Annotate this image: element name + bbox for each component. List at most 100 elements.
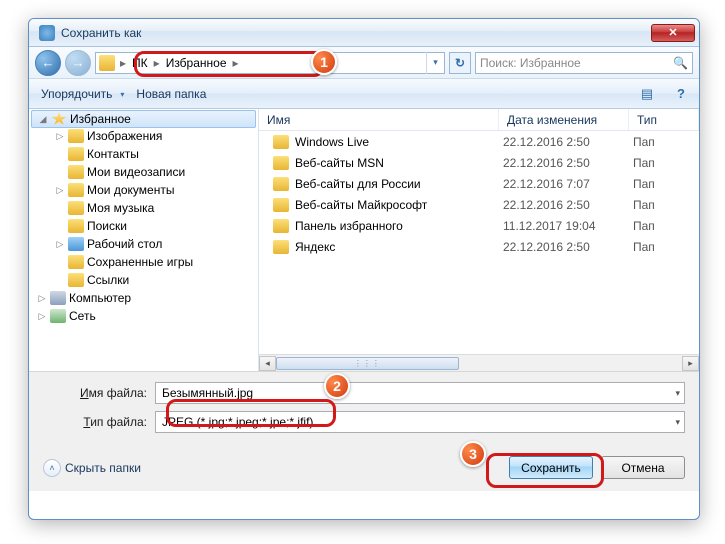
folder-icon [68, 165, 84, 179]
dropdown-icon[interactable]: ▾ [675, 388, 680, 399]
folder-icon [273, 156, 289, 170]
comp-icon [50, 291, 66, 305]
tree-node[interactable]: Сохраненные игры [29, 253, 258, 271]
file-list: Имя Дата изменения Тип Windows Live22.12… [259, 109, 699, 371]
list-item[interactable]: Веб-сайты MSN22.12.2016 2:50Пап [259, 152, 699, 173]
blue-icon [68, 237, 84, 251]
cancel-button[interactable]: Отмена [601, 456, 685, 479]
close-button[interactable]: ✕ [651, 24, 695, 42]
net-icon [50, 309, 66, 323]
tree-node[interactable]: ▷ Сеть [29, 307, 258, 325]
tree-label: Сеть [69, 309, 96, 323]
organize-button[interactable]: Упорядочить [35, 85, 126, 103]
folder-tree[interactable]: ◢ Избранное▷Изображения Контакты Мои видеоз… [29, 109, 259, 371]
scroll-thumb[interactable]: ⋮⋮⋮ [276, 357, 459, 370]
list-item[interactable]: Windows Live22.12.2016 2:50Пап [259, 131, 699, 152]
tree-node[interactable]: ▷ Рабочий стол [29, 235, 258, 253]
file-date: 22.12.2016 2:50 [503, 156, 633, 170]
folder-icon [273, 198, 289, 212]
file-type: Пап [633, 135, 655, 149]
col-name[interactable]: Имя [259, 109, 499, 130]
tree-label: Сохраненные игры [87, 255, 193, 269]
expander-icon[interactable]: ▷ [37, 311, 47, 322]
tree-node[interactable]: ▷Компьютер [29, 289, 258, 307]
tree-label: Контакты [87, 147, 139, 161]
toolbar: Упорядочить Новая папка ▤ ? [29, 79, 699, 109]
breadcrumb-sep: ▸ [231, 56, 241, 70]
back-button[interactable]: ← [35, 50, 61, 76]
file-type: Пап [633, 219, 655, 233]
bottom-bar: ˄ Скрыть папки Сохранить Отмена [29, 448, 699, 491]
list-item[interactable]: Веб-сайты для России22.12.2016 7:07Пап [259, 173, 699, 194]
view-button[interactable]: ▤ [635, 83, 659, 105]
tree-label: Рабочий стол [87, 237, 162, 251]
save-button[interactable]: Сохранить [509, 456, 593, 479]
folder-icon [68, 183, 84, 197]
expander-icon[interactable]: ▷ [55, 185, 65, 196]
file-date: 11.12.2017 19:04 [503, 219, 633, 233]
window-title: Сохранить как [61, 26, 141, 40]
star-icon [51, 112, 67, 126]
file-type: Пап [633, 156, 655, 170]
tree-label: Моя музыка [87, 201, 154, 215]
tree-node[interactable]: Ссылки [29, 271, 258, 289]
file-date: 22.12.2016 2:50 [503, 198, 633, 212]
hide-folders-toggle[interactable]: ˄ Скрыть папки [43, 459, 141, 477]
scroll-left[interactable]: ◂ [259, 356, 276, 371]
list-item[interactable]: Панель избранного11.12.2017 19:04Пап [259, 215, 699, 236]
expander-icon[interactable]: ▷ [55, 131, 65, 142]
new-folder-button[interactable]: Новая папка [136, 87, 206, 101]
folder-icon [68, 129, 84, 143]
tree-node[interactable]: Поиски [29, 217, 258, 235]
horizontal-scrollbar[interactable]: ◂ ⋮⋮⋮ ▸ [259, 354, 699, 371]
tree-node[interactable]: ◢ Избранное [31, 110, 256, 128]
tree-node[interactable]: ▷Мои документы [29, 181, 258, 199]
expander-icon[interactable]: ▷ [55, 239, 65, 250]
folder-icon [273, 219, 289, 233]
folder-icon [68, 255, 84, 269]
list-item[interactable]: Яндекс22.12.2016 2:50Пап [259, 236, 699, 257]
search-placeholder: Поиск: Избранное [480, 56, 581, 70]
search-input[interactable]: Поиск: Избранное 🔍 [475, 52, 693, 74]
expander-icon[interactable]: ▷ [37, 293, 47, 304]
folder-icon [68, 147, 84, 161]
address-dropdown[interactable]: ▾ [426, 52, 444, 74]
scroll-right[interactable]: ▸ [682, 356, 699, 371]
forward-button[interactable]: → [65, 50, 91, 76]
file-type: Пап [633, 177, 655, 191]
filetype-select[interactable]: JPEG (*.jpg;*.jpeg;*.jpe;*.jfif) ▾ [155, 411, 685, 433]
badge-2: 2 [324, 373, 350, 399]
search-icon: 🔍 [673, 56, 688, 70]
file-date: 22.12.2016 2:50 [503, 135, 633, 149]
filename-value: Безымянный.jpg [162, 386, 253, 400]
expander-icon[interactable]: ◢ [38, 114, 48, 125]
breadcrumb[interactable]: Избранное [162, 56, 231, 70]
filename-label: Имя файла: [43, 386, 155, 400]
file-name: Windows Live [295, 135, 503, 149]
tree-node[interactable]: ▷Изображения [29, 127, 258, 145]
tree-node[interactable]: Моя музыка [29, 199, 258, 217]
address-bar[interactable]: ▸ ПК ▸ Избранное ▸ ▾ [95, 52, 445, 74]
dropdown-icon[interactable]: ▾ [675, 417, 680, 428]
app-icon [39, 25, 55, 41]
help-button[interactable]: ? [669, 83, 693, 105]
scroll-track[interactable]: ⋮⋮⋮ [276, 356, 682, 371]
list-item[interactable]: Веб-сайты Майкрософт22.12.2016 2:50Пап [259, 194, 699, 215]
folder-icon [273, 177, 289, 191]
breadcrumb-sep: ▸ [118, 56, 128, 70]
folder-icon [68, 201, 84, 215]
folder-icon [273, 135, 289, 149]
list-rows[interactable]: Windows Live22.12.2016 2:50ПапВеб-сайты … [259, 131, 699, 354]
tree-node[interactable]: Контакты [29, 145, 258, 163]
tree-label: Мои видеозаписи [87, 165, 185, 179]
file-date: 22.12.2016 7:07 [503, 177, 633, 191]
col-date[interactable]: Дата изменения [499, 109, 629, 130]
breadcrumb[interactable]: ПК [128, 56, 152, 70]
refresh-button[interactable]: ↻ [449, 52, 471, 74]
filename-input[interactable]: Безымянный.jpg ▾ [155, 382, 685, 404]
tree-node[interactable]: Мои видеозаписи [29, 163, 258, 181]
file-name: Панель избранного [295, 219, 503, 233]
filetype-label: Тип файла: [43, 415, 155, 429]
tree-label: Избранное [70, 112, 131, 126]
col-type[interactable]: Тип [629, 109, 699, 130]
